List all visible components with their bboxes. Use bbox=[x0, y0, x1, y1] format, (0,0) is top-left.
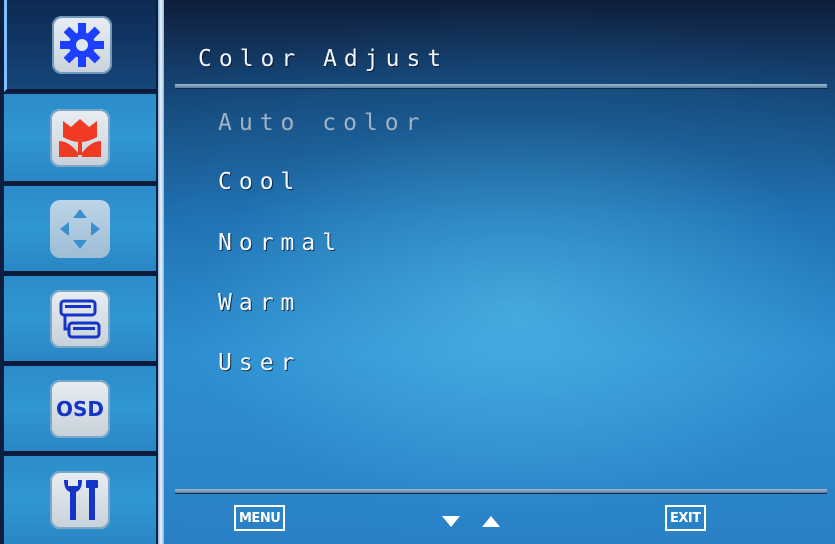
sidebar-item-settings[interactable] bbox=[4, 0, 156, 92]
osd-icon: OSD bbox=[50, 379, 110, 438]
menu-button[interactable]: MENU bbox=[234, 505, 286, 531]
osd-sidebar: OSD bbox=[0, 0, 158, 544]
osd-icon-label: OSD bbox=[55, 396, 104, 421]
menu-item-cool[interactable]: Cool bbox=[218, 169, 301, 195]
exit-button[interactable]: EXIT bbox=[665, 505, 706, 531]
tools-icon bbox=[50, 471, 110, 529]
move-arrows-icon bbox=[50, 199, 110, 258]
down-up-arrows-icon[interactable] bbox=[440, 510, 504, 532]
menu-item-warm[interactable]: Warm bbox=[218, 290, 301, 316]
tulip-icon bbox=[50, 108, 110, 167]
footer-rule bbox=[175, 489, 827, 493]
sidebar-item-tools[interactable] bbox=[4, 456, 156, 544]
menu-item-auto-color: Auto color bbox=[218, 110, 427, 136]
gear-icon bbox=[51, 15, 112, 74]
title-underline bbox=[175, 84, 827, 88]
sidebar-item-osd[interactable]: OSD bbox=[4, 366, 156, 454]
sidebar-item-input[interactable] bbox=[4, 276, 156, 364]
menu-item-normal[interactable]: Normal bbox=[218, 230, 343, 256]
page-title: Color Adjust bbox=[198, 46, 449, 72]
sidebar-item-position[interactable] bbox=[4, 186, 156, 274]
sidebar-divider bbox=[158, 0, 164, 544]
sidebar-item-picture[interactable] bbox=[4, 94, 156, 184]
menu-item-user[interactable]: User bbox=[218, 350, 301, 376]
connector-icon bbox=[50, 289, 110, 348]
